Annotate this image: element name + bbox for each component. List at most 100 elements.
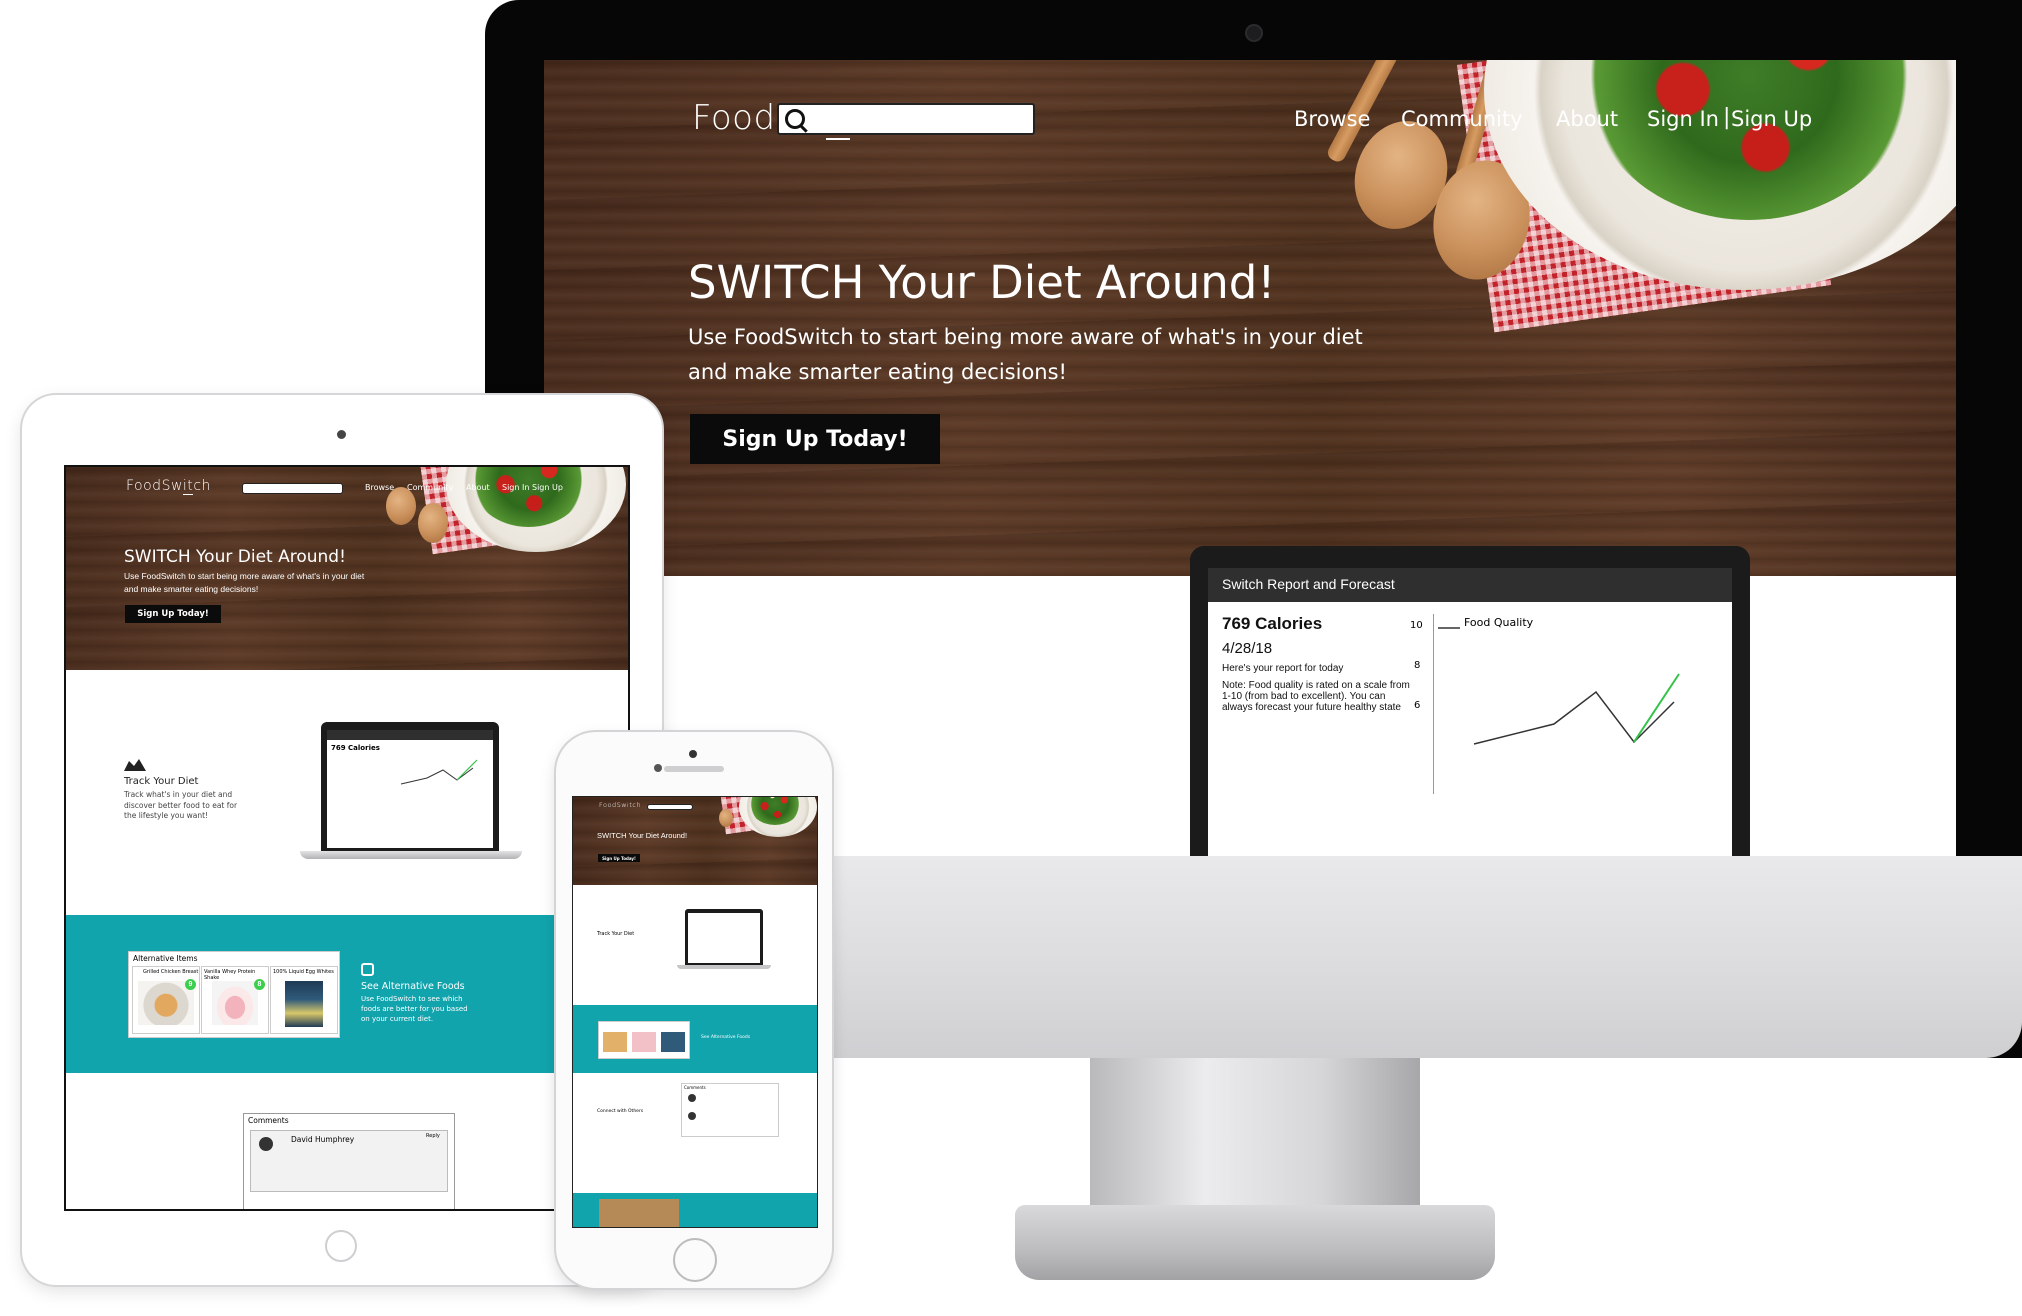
laptop-base xyxy=(677,965,771,969)
tablet-hero: FoodSwitch Browse Community About Sign I… xyxy=(66,467,628,670)
food-image xyxy=(661,1032,685,1052)
phone-screen: FoodSwitch SWITCH Your Diet Around! Sign… xyxy=(572,796,818,1228)
report-intro: Here's your report for today xyxy=(1222,663,1344,674)
wooden-spoon xyxy=(719,809,733,827)
calories-value: 769 Calories xyxy=(331,744,380,752)
hero-subtitle-line-1: Use FoodSwitch to start being more aware… xyxy=(124,571,365,581)
alternatives-heading: Alternative Items xyxy=(133,954,198,963)
laptop-mockup: Switch Report and Forecast 769 Calories … xyxy=(1190,546,1750,856)
wooden-spoon xyxy=(418,503,448,543)
imac-stand-foot xyxy=(1015,1205,1495,1280)
food-card[interactable]: Grilled Chicken Breast 9 xyxy=(132,966,200,1034)
avatar xyxy=(259,1137,273,1151)
nav-community[interactable]: Community xyxy=(407,483,453,492)
comments-heading: Comments xyxy=(248,1116,289,1125)
score-badge: 8 xyxy=(254,979,265,990)
avatar xyxy=(688,1112,696,1120)
food-image xyxy=(599,1199,679,1227)
score-badge: 9 xyxy=(185,979,196,990)
laptop-mockup xyxy=(685,909,763,965)
signup-cta-button[interactable]: Sign Up Today! xyxy=(125,605,221,623)
food-name: Grilled Chicken Breast xyxy=(143,969,199,975)
search-input[interactable] xyxy=(777,103,1035,135)
phone-home-button[interactable] xyxy=(673,1238,717,1282)
report-title: Switch Report and Forecast xyxy=(1222,576,1395,592)
logo[interactable]: FoodSwitch xyxy=(599,801,641,809)
phone-sensor xyxy=(654,764,662,772)
imac-stand-neck xyxy=(1090,1058,1420,1208)
phone-hero: FoodSwitch SWITCH Your Diet Around! Sign… xyxy=(573,797,817,885)
signup-cta-button[interactable]: Sign Up Today! xyxy=(598,854,640,862)
wooden-spoon xyxy=(386,487,416,525)
quality-line-plot xyxy=(1438,627,1680,745)
hero-section: FoodSwitch Browse Community About Sign I… xyxy=(544,60,1956,576)
report-summary: 769 Calories 4/28/18 Here's your report … xyxy=(1222,614,1412,713)
nav-sign-up[interactable]: Sign Up xyxy=(532,483,563,492)
comment-item: David Humphrey Reply xyxy=(250,1130,448,1192)
report-date: 4/28/18 xyxy=(1222,640,1273,657)
food-image xyxy=(212,981,258,1025)
hero-title: SWITCH Your Diet Around! xyxy=(597,831,688,840)
search-input[interactable] xyxy=(242,483,343,494)
next-section xyxy=(573,1193,817,1227)
logo-text: FoodSw xyxy=(599,801,628,809)
alternatives-section: See Alternative Foods xyxy=(573,1005,817,1073)
alternatives-card xyxy=(598,1021,690,1059)
tablet-camera xyxy=(337,430,346,439)
hero-title: SWITCH Your Diet Around! xyxy=(124,547,346,567)
connect-title: Connect with Others xyxy=(597,1109,644,1114)
logo[interactable]: FoodSwitch xyxy=(126,478,211,495)
search-input[interactable] xyxy=(647,804,693,810)
food-card[interactable]: Vanilla Whey Protein Shake 8 xyxy=(201,966,269,1034)
avatar xyxy=(688,1094,696,1102)
comments-card: Comments xyxy=(681,1083,779,1137)
nav-browse[interactable]: Browse xyxy=(1294,107,1370,131)
y-tick: 6 xyxy=(1414,700,1421,711)
nav-about[interactable]: About xyxy=(466,483,490,492)
nav-community[interactable]: Community xyxy=(1401,107,1523,131)
comment-author: David Humphrey xyxy=(291,1135,355,1144)
logo-text: ch xyxy=(193,478,211,494)
food-name: 100% Liquid Egg Whites xyxy=(273,969,334,975)
hero-subtitle-line-1: Use FoodSwitch to start being more aware… xyxy=(688,325,1363,349)
y-tick: 8 xyxy=(1414,660,1421,671)
nav-browse[interactable]: Browse xyxy=(365,483,394,492)
alt-foods-title: See Alternative Foods xyxy=(701,1035,751,1040)
quality-line-plot xyxy=(400,759,478,785)
checkbox-icon xyxy=(361,963,374,976)
phone-device: FoodSwitch SWITCH Your Diet Around! Sign… xyxy=(556,732,832,1288)
track-diet-title: Track Your Diet xyxy=(124,776,199,787)
tablet-screen: FoodSwitch Browse Community About Sign I… xyxy=(64,465,630,1211)
food-image xyxy=(285,981,323,1027)
food-card[interactable]: 100% Liquid Egg Whites xyxy=(270,966,338,1034)
alt-foods-desc: Use FoodSwitch to see which foods are be… xyxy=(361,995,468,1023)
calories-value: 769 Calories xyxy=(1222,614,1323,633)
track-diet-title: Track Your Diet xyxy=(597,931,635,937)
hero-subtitle-line-2: and make smarter eating decisions! xyxy=(688,360,1067,384)
nav-about[interactable]: About xyxy=(1556,107,1618,131)
phone-camera xyxy=(689,750,697,758)
tablet-home-button[interactable] xyxy=(325,1230,357,1262)
track-diet-desc: Track what's in your diet and discover b… xyxy=(124,790,238,820)
logo-text: it xyxy=(182,478,194,495)
alternatives-section: Alternative Items Grilled Chicken Breast… xyxy=(66,915,628,1073)
imac-camera xyxy=(1245,24,1263,42)
nav-sign-in[interactable]: Sign In xyxy=(1647,107,1719,131)
nav-separator: | xyxy=(1723,105,1731,130)
nav-sign-in[interactable]: Sign In xyxy=(502,483,529,492)
search-icon xyxy=(785,109,805,129)
comments-heading: Comments xyxy=(684,1085,706,1090)
laptop-mockup: 769 Calories xyxy=(321,722,499,854)
logo-text: FoodSw xyxy=(126,478,183,494)
hero-title: SWITCH Your Diet Around! xyxy=(688,256,1276,309)
chart-icon xyxy=(124,759,146,771)
phone-speaker xyxy=(664,766,724,772)
nav-sign-up[interactable]: Sign Up xyxy=(1731,107,1812,131)
food-image xyxy=(632,1032,656,1052)
report-header: Switch Report and Forecast xyxy=(1208,568,1732,602)
logo-text: ch xyxy=(632,801,642,809)
signup-cta-button[interactable]: Sign Up Today! xyxy=(690,414,940,464)
report-note: Note: Food quality is rated on a scale f… xyxy=(1222,680,1410,713)
laptop-base xyxy=(300,851,522,859)
reply-link[interactable]: Reply xyxy=(426,1133,440,1139)
